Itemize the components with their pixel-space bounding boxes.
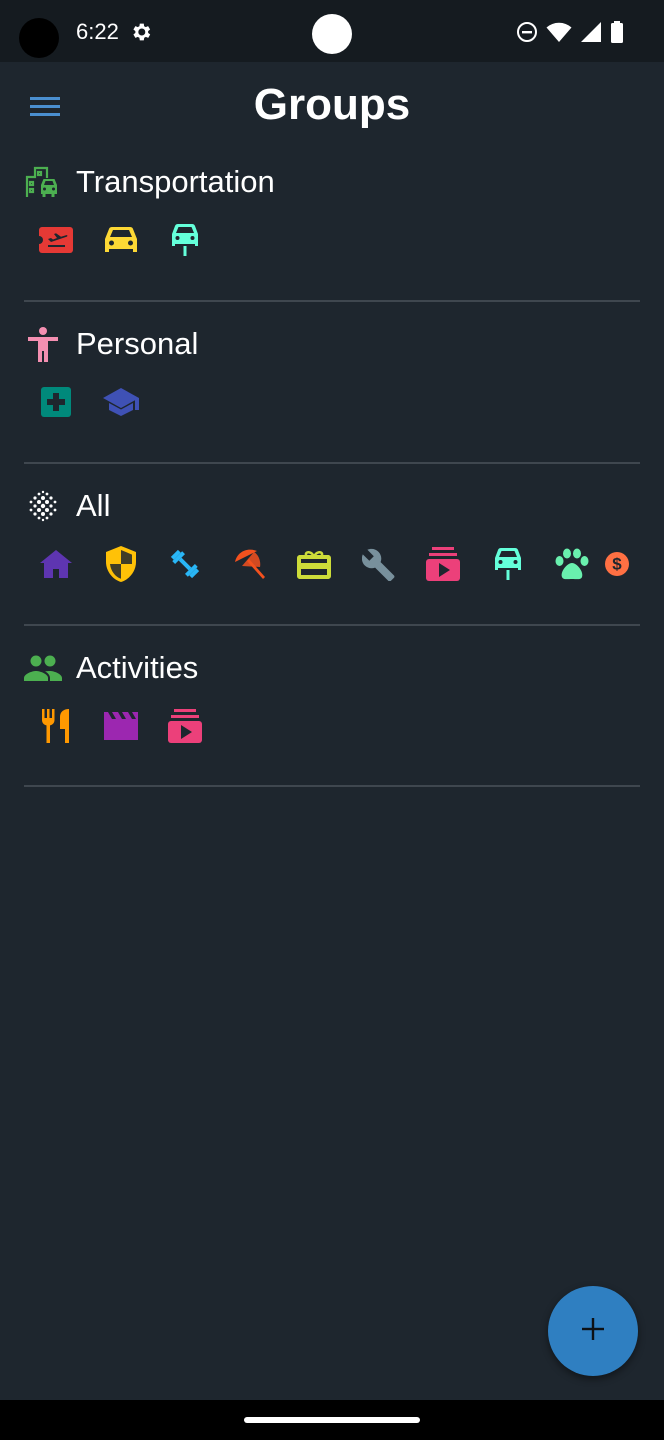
home-icon[interactable] — [24, 544, 89, 584]
home-gesture-handle[interactable] — [244, 1417, 420, 1423]
school-icon[interactable] — [89, 382, 154, 422]
city-car-icon — [24, 163, 62, 201]
gift-card-icon[interactable] — [282, 544, 347, 584]
battery-icon — [610, 21, 624, 48]
subscriptions-icon[interactable] — [153, 706, 218, 746]
divider — [24, 300, 640, 302]
grid-dots-icon — [24, 487, 62, 525]
center-indicator — [312, 14, 352, 54]
camera-cutout — [19, 18, 59, 58]
navigation-bar — [0, 1400, 664, 1440]
divider — [24, 462, 640, 464]
electric-car-icon[interactable] — [153, 220, 218, 260]
group-title: All — [76, 488, 111, 523]
group-title: Activities — [76, 650, 199, 685]
group-title: Personal — [76, 326, 199, 361]
status-bar: 6:22 — [0, 0, 664, 62]
beach-umbrella-icon[interactable] — [218, 544, 283, 584]
medical-icon[interactable] — [24, 382, 89, 422]
status-time: 6:22 — [76, 19, 119, 44]
movie-icon[interactable] — [89, 706, 154, 746]
electric-car-icon[interactable] — [476, 544, 541, 584]
security-shield-icon[interactable] — [89, 544, 154, 584]
app-bar: Groups — [0, 62, 664, 154]
fitness-icon[interactable] — [153, 544, 218, 584]
signal-icon — [580, 21, 602, 48]
svg-text:$: $ — [612, 555, 622, 574]
people-icon — [24, 649, 62, 687]
do-not-disturb-icon — [516, 21, 538, 48]
accessibility-icon — [24, 325, 62, 363]
car-icon[interactable] — [89, 220, 154, 260]
divider — [24, 785, 640, 787]
wrench-icon[interactable] — [347, 544, 412, 584]
add-group-button[interactable] — [548, 1286, 638, 1376]
plus-icon — [580, 1316, 606, 1347]
subscriptions-icon[interactable] — [411, 544, 476, 584]
restaurant-icon[interactable] — [24, 706, 89, 746]
group-header: All — [24, 486, 110, 526]
group-header: Personal — [24, 324, 198, 364]
group-header: Transportation — [24, 162, 275, 202]
group-title: Transportation — [76, 164, 275, 199]
page-title: Groups — [253, 80, 411, 129]
airplane-ticket-icon[interactable] — [24, 220, 89, 260]
group-header: Activities — [24, 648, 198, 688]
divider — [24, 624, 640, 626]
settings-gear-icon — [129, 20, 153, 49]
money-icon[interactable]: $ — [604, 544, 629, 584]
wifi-icon — [546, 21, 572, 48]
pets-icon[interactable] — [540, 544, 605, 584]
